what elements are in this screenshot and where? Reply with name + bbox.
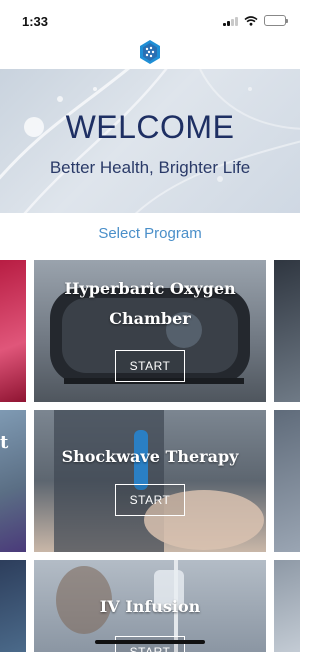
shockwave-therapy-image	[54, 410, 264, 552]
wifi-icon	[244, 15, 258, 26]
status-icons	[223, 15, 288, 26]
side-card-right-1[interactable]	[274, 260, 300, 402]
cellular-signal-icon	[223, 16, 238, 26]
side-card-left-1[interactable]	[0, 260, 26, 402]
status-time: 1:33	[22, 14, 49, 29]
side-card-left-2[interactable]: t	[0, 410, 26, 552]
side-card-right-3[interactable]	[274, 560, 300, 652]
app-header	[0, 40, 300, 69]
program-title: IV Infusion	[99, 597, 201, 616]
program-title-line2: Chamber	[109, 309, 191, 328]
battery-icon	[264, 15, 288, 26]
program-card-shockwave[interactable]: Shockwave Therapy START	[34, 410, 266, 552]
program-carousel[interactable]: t Hyperbaric Oxygen Chamber START Shockw…	[0, 260, 300, 652]
welcome-banner: WELCOME Better Health, Brighter Life	[0, 69, 300, 213]
program-card-hyperbaric[interactable]: Hyperbaric Oxygen Chamber START	[34, 260, 266, 402]
side-card-text: t	[0, 432, 9, 453]
hero-title: WELCOME	[65, 109, 235, 145]
start-button[interactable]: START	[115, 350, 185, 382]
start-button[interactable]: START	[115, 636, 185, 652]
side-card-left-3[interactable]	[0, 560, 26, 652]
select-program-label: Select Program	[98, 225, 202, 242]
home-indicator[interactable]	[95, 640, 205, 644]
start-button[interactable]: START	[115, 484, 185, 516]
program-title-line1: Hyperbaric Oxygen	[64, 279, 236, 298]
program-card-iv-infusion[interactable]: IV Infusion START	[34, 560, 266, 652]
status-bar: 1:33	[0, 0, 300, 40]
side-card-right-2[interactable]	[274, 410, 300, 552]
program-title: Hyperbaric Oxygen Chamber	[34, 274, 266, 334]
hero-subtitle: Better Health, Brighter Life	[49, 158, 251, 177]
program-title: Shockwave Therapy	[61, 447, 239, 466]
hexagon-logo-icon	[140, 40, 160, 64]
